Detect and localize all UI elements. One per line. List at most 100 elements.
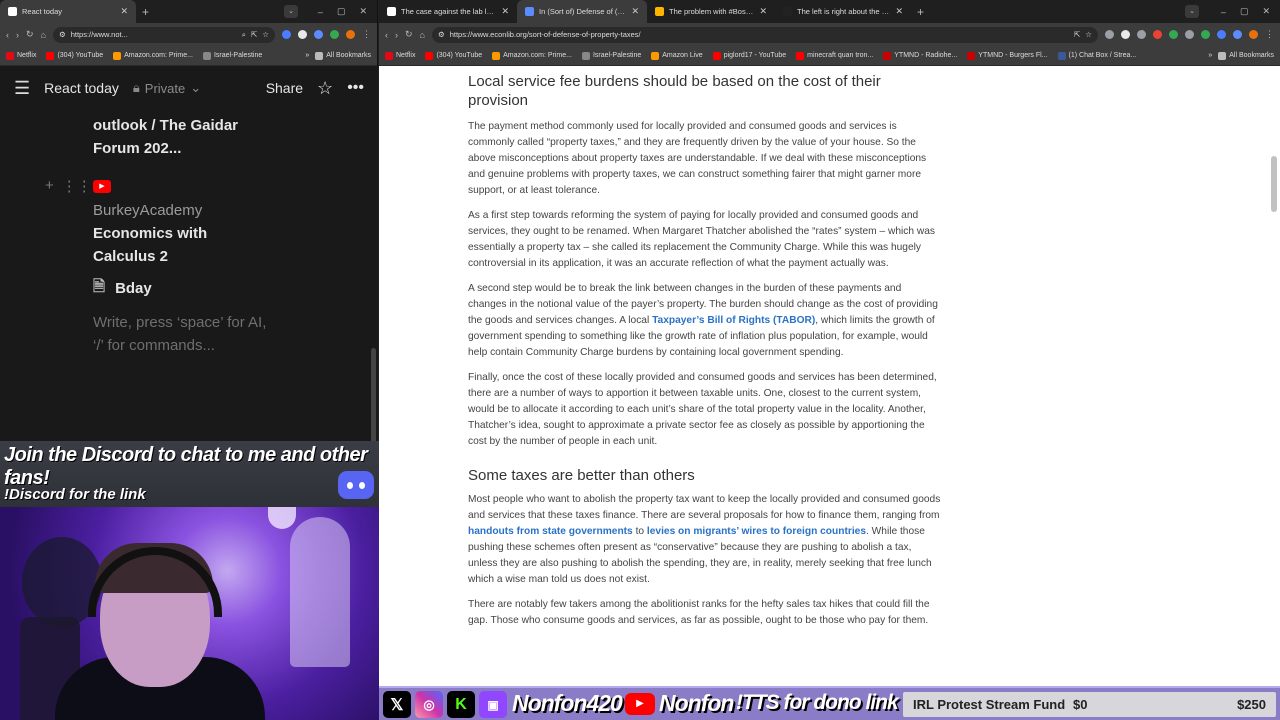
donation-goal-widget: IRL Protest Stream Fund $0 $250 <box>903 692 1276 717</box>
tab-left-is-right[interactable]: The left is right about the Dem ✕ <box>775 0 911 23</box>
tab-bossbabe[interactable]: The problem with #BossBabe li ✕ <box>647 0 775 23</box>
migrant-levies-link[interactable]: levies on migrants’ wires to foreign cou… <box>647 526 866 537</box>
more-options-icon[interactable]: ••• <box>347 79 364 97</box>
menu-icon[interactable]: ⋮ <box>362 29 371 40</box>
bookmark-star-icon[interactable]: ☆ <box>262 30 269 39</box>
address-bar[interactable]: ⚙ https://www.econlib.org/sort-of-defens… <box>431 26 1098 43</box>
bookmark[interactable]: Amazon.com: Prime... <box>113 51 193 60</box>
new-tab-icon[interactable]: + <box>136 5 155 19</box>
trash-icon[interactable] <box>1105 30 1114 39</box>
menu-icon[interactable]: ⋮ <box>1265 29 1274 40</box>
tab-search-icon[interactable]: ⌄ <box>1185 5 1199 18</box>
extension-icon[interactable] <box>298 30 307 39</box>
close-icon[interactable]: ✕ <box>895 6 903 17</box>
favorite-star-icon[interactable]: ☆ <box>317 78 333 99</box>
extension-icon[interactable] <box>1137 30 1146 39</box>
bookmark[interactable]: Netflix <box>385 51 415 60</box>
minimize-icon[interactable]: – <box>1221 7 1226 17</box>
tab-property-taxes[interactable]: In (Sort of) Defense of (Someth ✕ <box>517 0 647 23</box>
bookmark[interactable]: piglord17 - YouTube <box>712 51 786 60</box>
page-title[interactable]: React today <box>44 80 119 96</box>
bookmark[interactable]: (304) YouTube <box>425 51 482 60</box>
all-bookmarks-folder[interactable]: All Bookmarks <box>1218 51 1274 60</box>
tabor-link[interactable]: Taxpayer’s Bill of Rights (TABOR) <box>652 315 815 326</box>
drag-handle-icon[interactable]: ⋮⋮ <box>62 177 92 195</box>
site-info-icon[interactable]: ⚙ <box>438 30 445 39</box>
empty-block-placeholder[interactable]: Write, press ‘space’ for AI, ‘/’ for com… <box>93 311 278 357</box>
home-icon[interactable]: ⌂ <box>420 30 425 40</box>
page-scrollbar[interactable] <box>1271 156 1277 212</box>
close-icon[interactable]: ✕ <box>501 6 509 17</box>
sidebar-menu-icon[interactable]: ☰ <box>14 78 30 99</box>
extension-icon[interactable] <box>330 30 339 39</box>
more-bookmarks-icon[interactable]: » <box>1208 52 1212 59</box>
extension-icon[interactable] <box>1153 30 1162 39</box>
site-info-icon[interactable]: ⚙ <box>59 30 66 39</box>
youtube-icon: ▶ <box>625 693 655 715</box>
maximize-icon[interactable]: ▢ <box>1240 6 1249 17</box>
ytmnd-icon <box>967 51 976 60</box>
address-bar[interactable]: ⚙ https://www.not... ⌕ ⇱ ☆ <box>52 26 275 43</box>
bookmark[interactable]: (304) YouTube <box>46 51 103 60</box>
video-bookmark-text[interactable]: BurkeyAcademy Economics with Calculus 2 <box>93 199 271 268</box>
profile-avatar-icon[interactable] <box>346 30 355 39</box>
extension-icon[interactable] <box>1169 30 1178 39</box>
extension-icon[interactable] <box>1185 30 1194 39</box>
close-icon[interactable]: ✕ <box>120 6 128 17</box>
bookmark[interactable]: YTMND - Radiohe... <box>883 51 957 60</box>
forward-icon[interactable]: › <box>395 30 398 40</box>
right-toolbar: ‹ › ↻ ⌂ ⚙ https://www.econlib.org/sort-o… <box>379 23 1280 46</box>
share-button[interactable]: Share <box>266 80 303 96</box>
extension-icon[interactable] <box>314 30 323 39</box>
all-bookmarks-folder[interactable]: All Bookmarks <box>315 51 371 60</box>
minimize-icon[interactable]: – <box>318 7 323 17</box>
reload-icon[interactable]: ↻ <box>405 29 413 40</box>
window-close-icon[interactable]: ✕ <box>1262 6 1270 17</box>
left-bookmarks-bar: Netflix (304) YouTube Amazon.com: Prime.… <box>0 46 377 66</box>
discord-banner: Join the Discord to chat to me and other… <box>0 441 379 507</box>
bookmark[interactable]: Amazon.com: Prime... <box>492 51 572 60</box>
extensions-puzzle-icon[interactable] <box>1233 30 1242 39</box>
forward-icon[interactable]: › <box>16 30 19 40</box>
folder-icon <box>315 51 324 60</box>
state-handouts-link[interactable]: handouts from state governments <box>468 526 633 537</box>
privacy-dropdown[interactable]: 🔒︎ Private ⌄ <box>133 80 201 96</box>
home-icon[interactable]: ⌂ <box>41 30 46 40</box>
fund-current: $0 <box>1073 697 1088 712</box>
youtube-bookmark-block[interactable]: + ⋮⋮ ▶ BurkeyAcademy Economics with Calc… <box>45 177 378 268</box>
reload-icon[interactable]: ↻ <box>26 29 34 40</box>
extension-icon[interactable] <box>1121 30 1130 39</box>
add-block-icon[interactable]: + <box>45 177 54 195</box>
back-icon[interactable]: ‹ <box>6 30 9 40</box>
bookmark[interactable]: (1) Chat Box / Strea... <box>1057 51 1136 60</box>
embedded-link-title[interactable]: outlook / The Gaidar Forum 202... <box>93 114 263 160</box>
tab-react-today[interactable]: React today ✕ <box>0 0 136 23</box>
window-close-icon[interactable]: ✕ <box>359 6 367 17</box>
close-icon[interactable]: ✕ <box>631 6 639 17</box>
bookmark[interactable]: Amazon Live <box>651 51 703 60</box>
tab-search-icon[interactable]: ⌄ <box>284 5 298 18</box>
back-icon[interactable]: ‹ <box>385 30 388 40</box>
share-icon[interactable]: ⇱ <box>251 30 257 39</box>
scrollbar[interactable] <box>371 348 376 444</box>
subpage-title: Bday <box>115 280 152 297</box>
bookmark[interactable]: minecraft quan tron... <box>796 51 873 60</box>
maximize-icon[interactable]: ▢ <box>337 6 346 17</box>
new-tab-icon[interactable]: + <box>911 5 930 19</box>
close-icon[interactable]: ✕ <box>759 6 767 17</box>
extension-icon[interactable] <box>282 30 291 39</box>
tab-lab-leak[interactable]: The case against the lab leak h ✕ <box>379 0 517 23</box>
extension-icon[interactable] <box>1201 30 1210 39</box>
bookmark[interactable]: Israel-Palestine <box>581 51 641 60</box>
bookmark[interactable]: Israel-Palestine <box>202 51 262 60</box>
extension-icon[interactable] <box>1217 30 1226 39</box>
zoom-icon[interactable]: ⌕ <box>242 30 246 40</box>
share-icon[interactable]: ⇱ <box>1074 30 1080 39</box>
bookmark[interactable]: YTMND - Burgers Fl... <box>967 51 1048 60</box>
subpage-link[interactable]: 🗎 Bday <box>93 276 378 301</box>
profile-avatar-icon[interactable] <box>1249 30 1258 39</box>
more-bookmarks-icon[interactable]: » <box>305 52 309 59</box>
bookmark[interactable]: Netflix <box>6 51 36 60</box>
bookmark-star-icon[interactable]: ☆ <box>1085 30 1092 39</box>
page-icon <box>202 51 211 60</box>
